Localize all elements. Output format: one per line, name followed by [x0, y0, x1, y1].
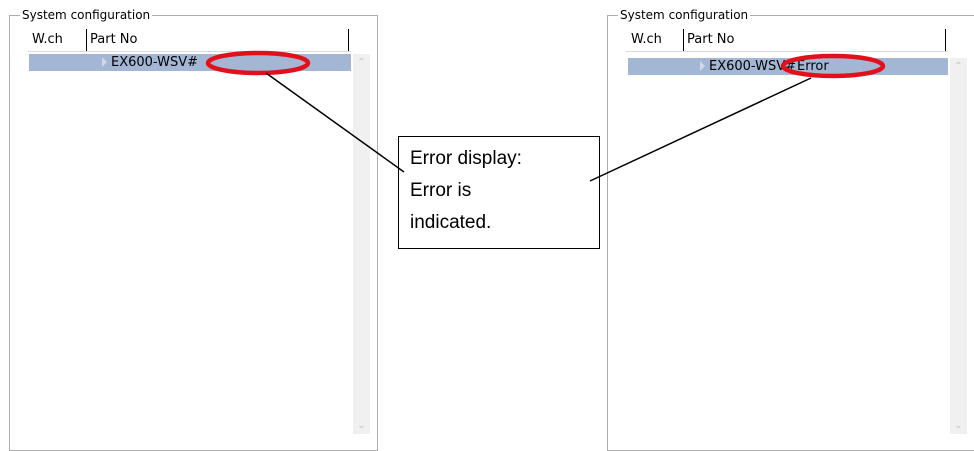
right-vertical-scrollbar[interactable]: ⌃ ⌄	[950, 58, 967, 434]
row-expand-icon[interactable]	[102, 57, 107, 67]
right-list-header: W.ch Part No	[626, 29, 948, 52]
left-group-title: System configuration	[20, 7, 153, 23]
right-system-configuration-group: System configuration W.ch Part No EX600-…	[607, 7, 974, 451]
error-display-callout: Error display: Error is indicated.	[398, 136, 600, 249]
right-group-title: System configuration	[618, 7, 751, 23]
left-column-wch[interactable]: W.ch	[32, 32, 63, 48]
callout-line-1: Error display:	[410, 148, 522, 169]
right-list-row[interactable]: EX600-WSV# Error	[628, 58, 948, 75]
scroll-up-arrow-icon[interactable]: ⌃	[353, 54, 370, 71]
scroll-up-arrow-icon[interactable]: ⌃	[950, 58, 967, 75]
left-list-header: W.ch Part No	[28, 29, 351, 52]
row-expand-icon[interactable]	[700, 61, 705, 71]
right-column-separator-2[interactable]	[945, 29, 946, 51]
left-column-separator-1[interactable]	[86, 29, 87, 51]
left-system-configuration-group: System configuration W.ch Part No EX600-…	[9, 7, 378, 451]
left-row-part-no: EX600-WSV#	[111, 55, 198, 70]
right-column-wch[interactable]: W.ch	[631, 32, 662, 48]
right-column-separator-1[interactable]	[683, 29, 684, 51]
left-vertical-scrollbar[interactable]: ⌃ ⌄	[353, 54, 370, 434]
right-row-status: Error	[797, 59, 829, 74]
left-list-row[interactable]: EX600-WSV#	[29, 54, 351, 71]
callout-line-3: indicated.	[410, 212, 492, 233]
callout-line-2: Error is	[410, 180, 472, 201]
scroll-down-arrow-icon[interactable]: ⌄	[353, 417, 370, 434]
left-column-separator-2[interactable]	[348, 29, 349, 51]
right-column-part-no[interactable]: Part No	[687, 32, 734, 48]
left-column-part-no[interactable]: Part No	[90, 32, 137, 48]
right-row-part-no: EX600-WSV#	[709, 59, 796, 74]
scroll-down-arrow-icon[interactable]: ⌄	[950, 417, 967, 434]
